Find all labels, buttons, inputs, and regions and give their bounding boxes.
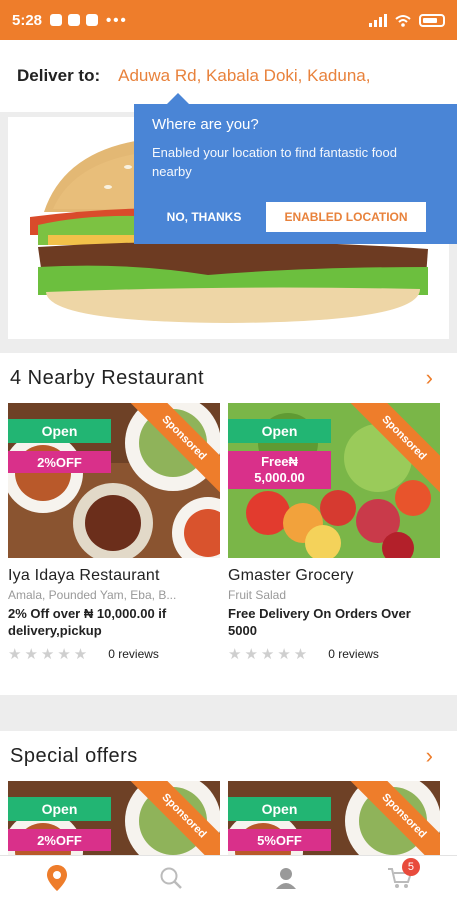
review-count: 0 reviews (108, 647, 159, 661)
notification-icon (68, 14, 81, 26)
search-icon (160, 867, 183, 889)
nav-cart[interactable]: 5 (380, 858, 420, 898)
section-title: Special offers (10, 744, 138, 767)
restaurant-card[interactable]: Open 2%OFF Sponsored Iya Idaya Restauran… (8, 403, 220, 663)
more-notifications-icon: ••• (106, 11, 128, 29)
section-title: 4 Nearby Restaurant (10, 366, 205, 389)
restaurant-image: Open 2%OFF Sponsored (8, 403, 220, 558)
restaurant-name: Gmaster Grocery (228, 567, 354, 584)
popup-message: Enabled your location to find fantastic … (152, 145, 397, 179)
chevron-right-icon[interactable]: › (426, 365, 447, 391)
discount-line-1: Free₦ (261, 454, 298, 469)
star-rating-icon: ★★★★★ (8, 646, 91, 663)
no-thanks-button[interactable]: NO, THANKS (152, 202, 256, 232)
battery-icon (419, 13, 445, 27)
rating: ★★★★★ 0 reviews (8, 645, 220, 663)
open-badge: Open (228, 419, 331, 443)
offer-image: Open 2%OFF Sponsored (8, 781, 220, 855)
discount-badge: Free₦ 5,000.00 (228, 451, 331, 489)
special-offers-section: Special offers › Open 2%OFF Sponsored Op… (0, 731, 457, 855)
offer-card[interactable]: Open 5%OFF Sponsored (228, 781, 440, 855)
restaurant-deal: Free Delivery On Orders Over 5000 (228, 606, 411, 638)
open-badge: Open (8, 797, 111, 821)
discount-badge: 5%OFF (228, 829, 331, 851)
star-rating-icon: ★★★★★ (228, 646, 311, 663)
deliver-to-bar[interactable]: Deliver to: Aduwa Rd, Kabala Doki, Kadun… (0, 40, 457, 112)
location-icon (47, 865, 68, 891)
notification-icon (50, 14, 63, 26)
restaurant-deal: 2% Off over ₦ 10,000.00 if delivery,pick… (8, 606, 167, 638)
cart-count-badge: 5 (401, 858, 420, 876)
location-permission-popup: Where are you? Enabled your location to … (134, 93, 457, 244)
nav-location[interactable] (37, 858, 77, 898)
status-time: 5:28 (12, 11, 43, 29)
open-badge: Open (8, 419, 111, 443)
status-bar: 5:28 ••• (0, 0, 457, 40)
restaurant-card[interactable]: Open Free₦ 5,000.00 Sponsored Gmaster Gr… (228, 403, 440, 663)
restaurant-name: Iya Idaya Restaurant (8, 567, 160, 584)
profile-icon (275, 868, 296, 889)
review-count: 0 reviews (328, 647, 379, 661)
offer-image: Open 5%OFF Sponsored (228, 781, 440, 855)
restaurant-category: Amala, Pounded Yam, Eba, B... (8, 588, 177, 602)
wifi-icon (395, 14, 411, 27)
discount-badge: 2%OFF (8, 829, 111, 851)
bottom-navigation: 5 (0, 855, 457, 900)
popup-title: Where are you? (152, 116, 259, 133)
restaurant-category: Fruit Salad (228, 588, 287, 602)
enable-location-button[interactable]: ENABLED LOCATION (266, 202, 426, 232)
offer-card[interactable]: Open 2%OFF Sponsored (8, 781, 220, 855)
system-icons (369, 13, 445, 27)
nearby-restaurants-section: 4 Nearby Restaurant › Open 2%OFF Sponsor… (0, 353, 457, 695)
deliver-to-label: Deliver to: (17, 66, 101, 85)
rating: ★★★★★ 0 reviews (228, 645, 440, 663)
discount-badge: 2%OFF (8, 451, 111, 473)
notification-icon (86, 14, 99, 26)
delivery-address[interactable]: Aduwa Rd, Kabala Doki, Kaduna, (118, 66, 370, 86)
nav-search[interactable] (151, 858, 191, 898)
nav-profile[interactable] (266, 858, 306, 898)
signal-icon (369, 13, 387, 27)
open-badge: Open (228, 797, 331, 821)
notification-icons (50, 14, 99, 26)
discount-line-2: 5,000.00 (254, 470, 305, 485)
chevron-right-icon[interactable]: › (426, 743, 447, 769)
restaurant-image: Open Free₦ 5,000.00 Sponsored (228, 403, 440, 558)
